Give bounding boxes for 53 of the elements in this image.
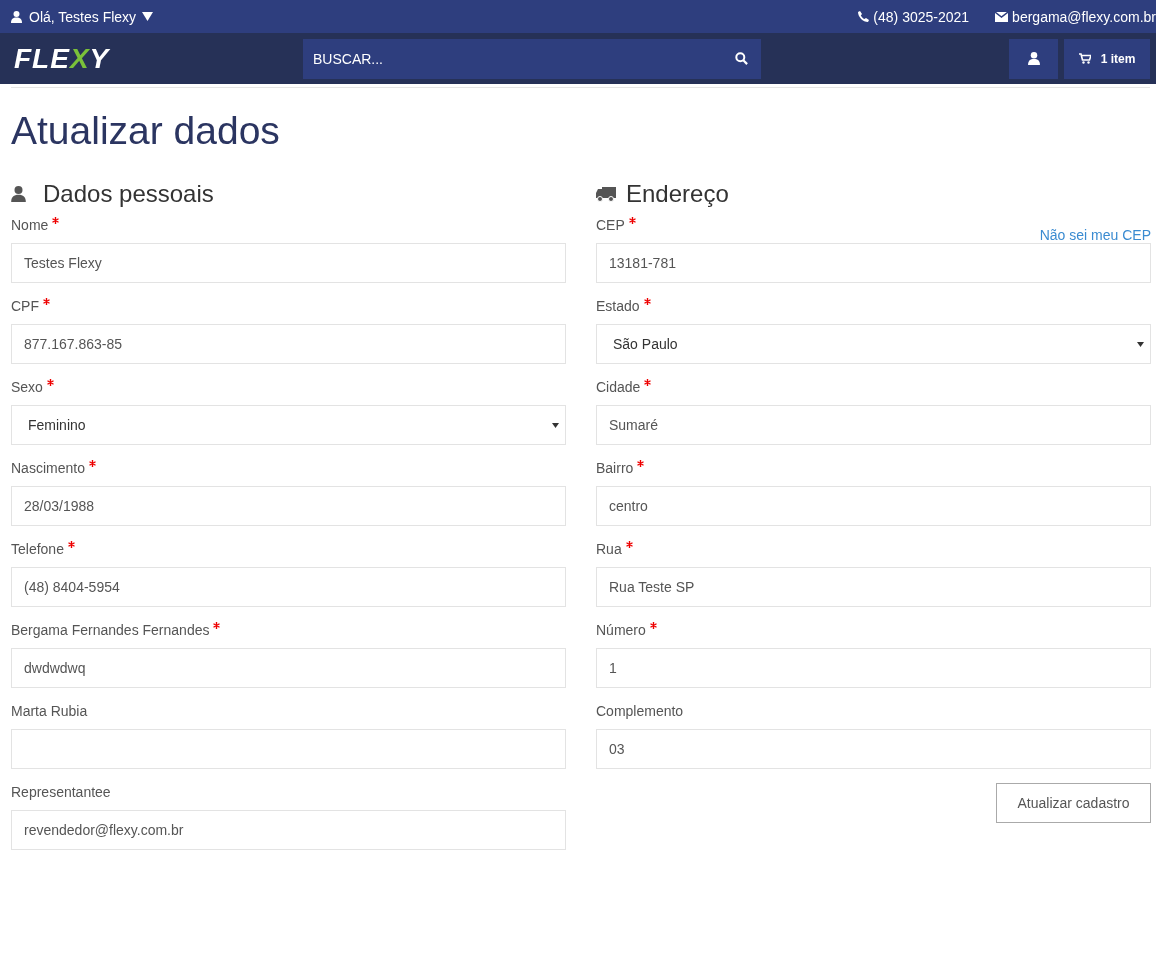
field-label: Nome xyxy=(11,216,49,234)
input-field[interactable]: dwdwdwq xyxy=(11,648,566,688)
email-address: bergama@flexy.com.br xyxy=(1012,8,1156,25)
select-field[interactable]: São Paulo xyxy=(596,324,1151,364)
flexy-logo[interactable]: FLEXY xyxy=(14,42,303,75)
input-field[interactable]: 28/03/1988 xyxy=(11,486,566,526)
input-field[interactable] xyxy=(11,729,566,769)
field-label: Bairro xyxy=(596,459,634,477)
cart-icon xyxy=(1078,53,1091,64)
input-field[interactable]: (48) 8404-5954 xyxy=(11,567,566,607)
input-field[interactable]: Testes Flexy xyxy=(11,243,566,283)
user-icon xyxy=(11,186,26,202)
input-field[interactable]: 1 xyxy=(596,648,1151,688)
select-field[interactable]: Feminino xyxy=(11,405,566,445)
field-label: CPF xyxy=(11,297,39,315)
section-heading: Dados pessoais xyxy=(43,180,214,208)
field-label: Estado xyxy=(596,297,640,315)
cart-button[interactable]: 1 item xyxy=(1064,38,1150,79)
field-label: Marta Rubia xyxy=(11,702,88,720)
field-label: Representantee xyxy=(11,783,111,801)
field-label: Bergama Fernandes Fernandes xyxy=(11,621,210,639)
greeting-menu[interactable]: Olá, Testes Flexy xyxy=(29,8,137,25)
input-field[interactable]: Sumaré xyxy=(596,405,1151,445)
field-label: Telefone xyxy=(11,540,64,558)
search-field[interactable]: BUSCAR... xyxy=(303,38,761,79)
field-label: Cidade xyxy=(596,378,641,396)
user-icon xyxy=(1027,52,1040,65)
phone-number: (48) 3025-2021 xyxy=(873,8,970,25)
dropdown-arrow-icon xyxy=(1137,341,1144,347)
dropdown-arrow-icon xyxy=(552,422,559,428)
input-field[interactable]: centro xyxy=(596,486,1151,526)
section-heading: Endereço xyxy=(626,180,729,208)
input-field[interactable]: 13181-781 xyxy=(596,243,1151,283)
field-label: Nascimento xyxy=(11,459,85,477)
phone-icon xyxy=(858,11,870,22)
search-icon[interactable] xyxy=(735,51,748,65)
field-label: CEP xyxy=(596,216,625,234)
field-label: Número xyxy=(596,621,646,639)
input-field[interactable]: 877.167.863-85 xyxy=(11,324,566,364)
field-label: Sexo xyxy=(11,378,43,396)
update-button[interactable]: Atualizar cadastro xyxy=(996,783,1151,823)
cep-help-link[interactable]: Não sei meu CEP xyxy=(1039,227,1151,243)
page-title: Atualizar dados xyxy=(11,108,281,154)
caret-icon[interactable] xyxy=(142,12,154,21)
input-field[interactable]: Rua Teste SP xyxy=(596,567,1151,607)
input-field[interactable]: 03 xyxy=(596,729,1151,769)
truck-icon xyxy=(596,186,616,202)
field-label: Complemento xyxy=(596,702,684,720)
envelope-icon xyxy=(995,11,1009,22)
user-icon xyxy=(11,10,22,23)
field-label: Rua xyxy=(596,540,622,558)
input-field[interactable]: revendedor@flexy.com.br xyxy=(11,810,566,850)
account-button[interactable] xyxy=(1009,38,1058,79)
